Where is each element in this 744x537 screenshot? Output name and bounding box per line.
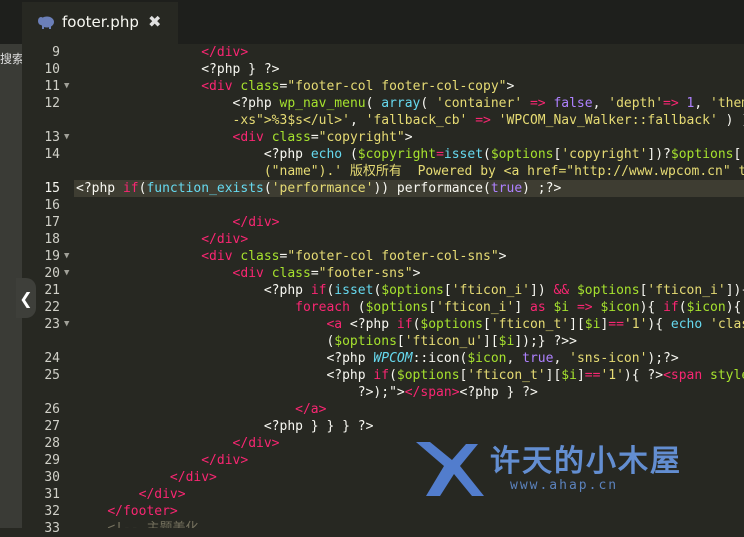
sidebar-search-label[interactable]: 搜索 <box>0 50 22 67</box>
code-line[interactable]: </div> <box>76 469 217 486</box>
left-sidebar: … 搜索 <box>0 0 22 528</box>
line-number: 19 <box>44 249 60 264</box>
php-elephant-icon <box>38 15 54 29</box>
code-line[interactable]: <div class="copyright"> <box>76 129 413 146</box>
line-number: 10 <box>44 62 60 77</box>
chevron-left-icon[interactable]: ❮ <box>16 278 36 318</box>
code-line[interactable]: </div> <box>76 452 248 469</box>
line-number <box>22 112 60 129</box>
code-line[interactable]: </a> <box>76 401 326 418</box>
tab-footer-php[interactable]: footer.php ✖ <box>22 2 178 44</box>
line-number: 12 <box>44 96 60 111</box>
line-number: 11 <box>44 79 60 94</box>
code-line[interactable]: -xs">%3$s</ul>', 'fallback_cb' => 'WPCOM… <box>76 112 744 129</box>
code-line[interactable]: <?php if(function_exists('performance'))… <box>76 180 561 197</box>
code-line[interactable]: <!-- 主题美化 <box>76 520 198 528</box>
line-number <box>22 163 60 180</box>
line-number: 27 <box>44 419 60 434</box>
watermark-text: 许天的小木屋 <box>490 444 682 479</box>
line-number: 9 <box>52 45 60 60</box>
close-icon[interactable]: ✖ <box>148 12 161 31</box>
fold-arrow-icon[interactable]: ▼ <box>64 248 69 265</box>
line-number: 29 <box>44 453 60 468</box>
line-number: 16 <box>44 198 60 213</box>
code-line[interactable]: <div class="footer-sns"> <box>76 265 421 282</box>
tab-label: footer.php <box>62 13 139 31</box>
watermark: 许天的小木屋 www.ahap.cn <box>400 432 730 502</box>
fold-arrow-icon[interactable]: ▼ <box>64 316 69 333</box>
tab-bar: footer.php ✖ <box>0 0 744 44</box>
fold-arrow-icon[interactable]: ▼ <box>64 78 69 95</box>
code-line[interactable]: <div class="footer-col footer-col-sns"> <box>76 248 506 265</box>
code-line[interactable]: </div> <box>76 486 186 503</box>
code-line[interactable]: <?php if(isset($options['fticon_i']) && … <box>76 282 744 299</box>
code-line[interactable]: </div> <box>76 435 280 452</box>
code-line[interactable]: <a <?php if($options['fticon_t'][$i]=='1… <box>76 316 744 333</box>
code-line[interactable]: ?>);"></span><?php } ?> <box>76 384 538 401</box>
line-number: 30 <box>44 470 60 485</box>
line-number: 26 <box>44 402 60 417</box>
line-number: 15 <box>44 181 60 196</box>
code-line[interactable]: ("name").' 版权所有 Powered by <a href="http… <box>76 163 744 180</box>
code-line[interactable]: <?php WPCOM::icon($icon, true, 'sns-icon… <box>76 350 678 367</box>
line-number: 14 <box>44 147 60 162</box>
code-line[interactable]: <?php } } } ?> <box>76 418 374 435</box>
code-line[interactable]: </div> <box>76 44 248 61</box>
line-number: 28 <box>44 436 60 451</box>
line-number: 18 <box>44 232 60 247</box>
fold-arrow-icon[interactable]: ▼ <box>64 129 69 146</box>
code-line[interactable]: <?php } ?> <box>76 61 279 78</box>
line-number: 24 <box>44 351 60 366</box>
line-number: 32 <box>44 504 60 519</box>
watermark-url: www.ahap.cn <box>510 478 619 493</box>
code-line[interactable]: </div> <box>76 231 248 248</box>
line-number: 25 <box>44 368 60 383</box>
code-line[interactable]: <?php if($options['fticon_t'][$i]=='1'){… <box>76 367 744 384</box>
line-number <box>22 333 60 350</box>
line-number: 13 <box>44 130 60 145</box>
line-number: 33 <box>44 521 60 536</box>
watermark-logo-icon <box>416 442 484 496</box>
fold-arrow-icon[interactable]: ▼ <box>64 265 69 282</box>
code-line[interactable]: ($options['fticon_u'][$i]);} ?>> <box>76 333 577 350</box>
line-number: 23 <box>44 317 60 332</box>
code-line[interactable]: <div class="footer-col footer-col-copy"> <box>76 78 514 95</box>
code-line[interactable]: </div> <box>76 214 280 231</box>
code-line[interactable]: </footer> <box>76 503 177 520</box>
code-line[interactable]: foreach ($options['fticon_i'] as $i => $… <box>76 299 744 316</box>
line-number <box>22 384 60 401</box>
code-line[interactable]: <?php echo ($copyright=isset($options['c… <box>76 146 744 163</box>
code-line[interactable]: <?php wp_nav_menu( array( 'container' =>… <box>76 95 744 112</box>
line-number: 17 <box>44 215 60 230</box>
line-number: 31 <box>44 487 60 502</box>
